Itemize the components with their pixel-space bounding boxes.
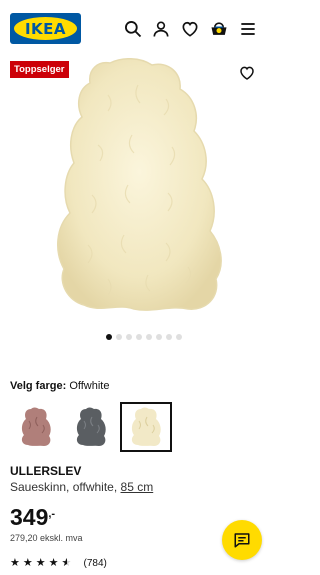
star-icon: ★ bbox=[22, 557, 33, 569]
product-description-text: Saueskinn, offwhite, bbox=[10, 480, 118, 494]
review-count: (784) bbox=[83, 557, 107, 569]
carousel-dot[interactable] bbox=[105, 334, 112, 340]
search-icon[interactable] bbox=[122, 18, 144, 40]
menu-icon[interactable] bbox=[237, 18, 259, 40]
product-rating[interactable]: ★ ★ ★ ★ ★ ★ (784) bbox=[10, 557, 107, 569]
carousel-dot[interactable] bbox=[135, 334, 142, 340]
heart-icon[interactable] bbox=[179, 18, 201, 40]
chat-icon bbox=[234, 533, 250, 548]
header: IKEA bbox=[0, 0, 277, 56]
profile-icon[interactable] bbox=[150, 18, 172, 40]
logo-text: IKEA bbox=[24, 19, 67, 38]
color-selected-value: Offwhite bbox=[69, 380, 110, 392]
color-label-text: Velg farge: bbox=[10, 380, 67, 392]
price-ex-vat: 279,20 ekskl. mva bbox=[10, 533, 83, 543]
carousel-dot[interactable] bbox=[125, 334, 132, 340]
price-decimal: ,- bbox=[48, 508, 56, 520]
carousel-dot[interactable] bbox=[165, 334, 172, 340]
logo-oval: IKEA bbox=[14, 17, 77, 40]
topseller-badge: Toppselger bbox=[10, 61, 69, 78]
favourite-heart-icon[interactable] bbox=[238, 64, 258, 84]
star-icon: ★ bbox=[10, 557, 20, 569]
carousel-dots bbox=[0, 334, 277, 342]
color-swatches bbox=[10, 402, 172, 452]
swatch-offwhite[interactable] bbox=[120, 402, 172, 452]
price-integer: 349 bbox=[10, 504, 49, 530]
color-selector-label: Velg farge: Offwhite bbox=[10, 380, 109, 392]
product-image[interactable] bbox=[48, 55, 228, 315]
swatch-pink[interactable] bbox=[10, 402, 62, 452]
product-name: ULLERSLEV bbox=[10, 464, 82, 478]
carousel-dot[interactable] bbox=[115, 334, 122, 340]
ikea-logo[interactable]: IKEA bbox=[10, 13, 81, 44]
star-icon: ★ bbox=[48, 557, 59, 569]
carousel-dot[interactable] bbox=[145, 334, 152, 340]
carousel-dot[interactable] bbox=[175, 334, 182, 340]
product-description: Saueskinn, offwhite, 85 cm bbox=[10, 480, 153, 494]
product-price: 349 ,- bbox=[10, 504, 55, 530]
swatch-grey[interactable] bbox=[65, 402, 117, 452]
chat-button[interactable] bbox=[222, 520, 262, 560]
cart-icon[interactable] bbox=[208, 18, 230, 40]
product-size-link[interactable]: 85 cm bbox=[121, 480, 154, 494]
half-star-icon: ★ ★ bbox=[61, 557, 72, 569]
carousel-dot[interactable] bbox=[155, 334, 162, 340]
star-icon: ★ bbox=[35, 557, 46, 569]
